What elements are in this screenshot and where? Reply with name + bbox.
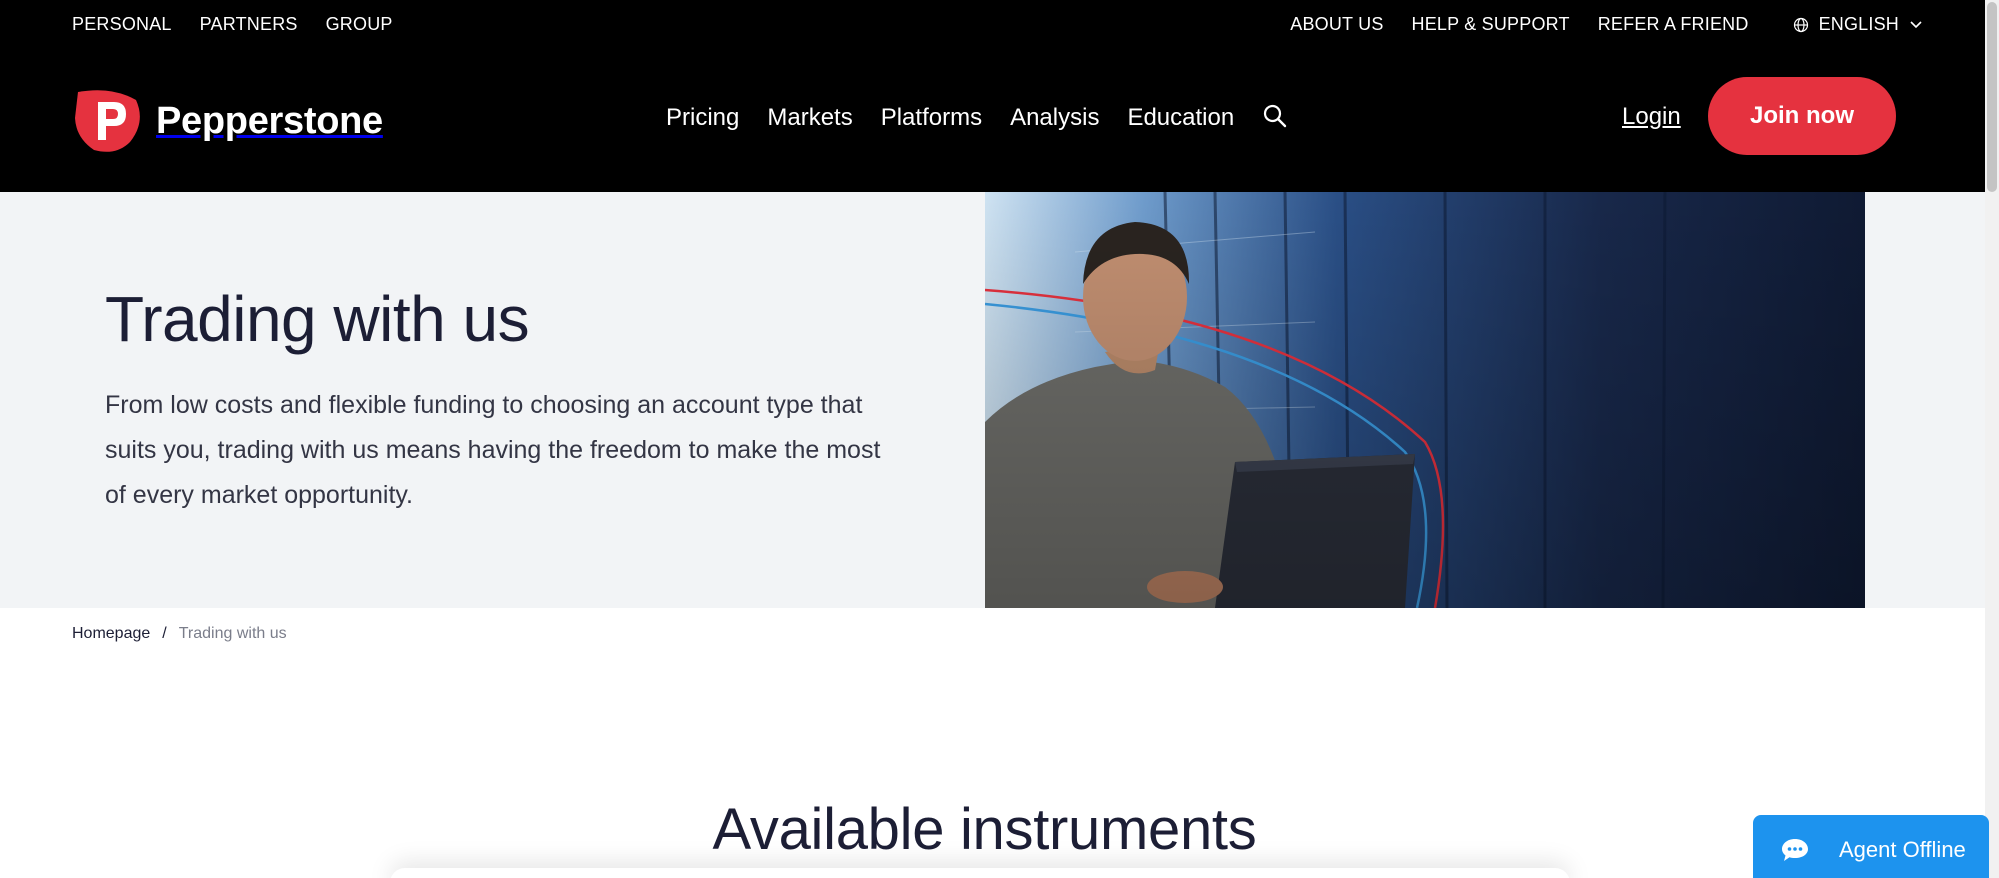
language-label: ENGLISH [1818, 14, 1899, 34]
top-link-group[interactable]: GROUP [326, 14, 393, 35]
join-now-button[interactable]: Join now [1708, 77, 1896, 155]
page-title: Trading with us [105, 283, 530, 355]
globe-icon [1793, 17, 1808, 32]
chat-bubble-icon [1782, 839, 1808, 861]
nav-item-pricing[interactable]: Pricing [666, 104, 739, 132]
nav-item-platforms[interactable]: Platforms [881, 104, 982, 132]
brand-name: Pepperstone [156, 99, 383, 142]
main-nav: Pricing Markets Platforms Analysis Educa… [666, 104, 1234, 132]
breadcrumb: Homepage / Trading with us [72, 625, 287, 643]
section-title-available-instruments: Available instruments [712, 797, 1257, 862]
chevron-down-icon [1910, 20, 1922, 28]
language-selector[interactable]: ENGLISH [1793, 14, 1923, 35]
hero-description: From low costs and flexible funding to c… [105, 391, 881, 509]
top-link-personal[interactable]: PERSONAL [72, 14, 172, 35]
nav-item-education[interactable]: Education [1127, 104, 1234, 132]
breadcrumb-home[interactable]: Homepage [72, 625, 150, 643]
page-scrollbar[interactable] [1985, 0, 1999, 878]
brand-logo[interactable]: Pepperstone [72, 88, 383, 154]
site-header: PERSONAL PARTNERS GROUP ABOUT US HELP & … [0, 0, 1985, 192]
hero-image [985, 192, 1865, 608]
nav-item-analysis[interactable]: Analysis [1010, 104, 1099, 132]
scrollbar-thumb[interactable] [1987, 2, 1997, 192]
search-icon[interactable] [1262, 103, 1288, 129]
login-link[interactable]: Login [1622, 103, 1681, 131]
top-link-partners[interactable]: PARTNERS [200, 14, 298, 35]
breadcrumb-current: Trading with us [178, 625, 287, 642]
nav-item-markets[interactable]: Markets [767, 104, 852, 132]
top-bar-right: ABOUT US HELP & SUPPORT REFER A FRIEND E… [1290, 14, 1923, 35]
instruments-card-edge [390, 868, 1570, 878]
breadcrumb-separator: / [162, 625, 167, 642]
pepperstone-logo-icon [75, 90, 140, 152]
trader-photo [985, 192, 1865, 608]
top-link-help-support[interactable]: HELP & SUPPORT [1412, 14, 1570, 35]
top-link-about-us[interactable]: ABOUT US [1290, 14, 1383, 35]
top-link-refer-a-friend[interactable]: REFER A FRIEND [1598, 14, 1749, 35]
top-bar-left: PERSONAL PARTNERS GROUP [72, 14, 393, 35]
chat-status-label: Agent Offline [1839, 837, 1966, 862]
chat-widget-button[interactable]: Agent Offline [1753, 815, 1989, 878]
